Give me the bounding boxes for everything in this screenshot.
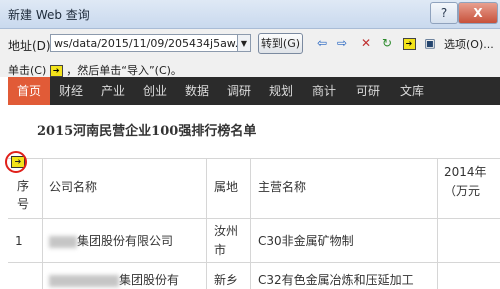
refresh-icon[interactable]: ↻ bbox=[379, 35, 395, 51]
redacted-name bbox=[49, 235, 77, 248]
nav-item-startup[interactable]: 创业 bbox=[134, 77, 176, 105]
header-unit: （万元 bbox=[444, 184, 481, 198]
page-title: 2015河南民营企业100强排行榜名单 bbox=[37, 124, 257, 139]
header-index-2: 号 bbox=[17, 197, 30, 211]
toolbar: 地址(D): ws/data/2015/11/09/205434j5aw.sht… bbox=[0, 29, 500, 77]
hint-import-label: ，然后单击“导入”(C)。 bbox=[66, 64, 182, 77]
watermark-title: 百科全说 bbox=[365, 222, 433, 242]
nav-item-research[interactable]: 调研 bbox=[218, 77, 260, 105]
row1-company: 集团股份有限公司 bbox=[49, 233, 173, 249]
row1-business: C30非金属矿物制 bbox=[258, 234, 354, 248]
nav-item-data[interactable]: 数据 bbox=[176, 77, 218, 105]
watermark-subtitle: 助你轻松解决 bbox=[369, 245, 435, 258]
forward-icon[interactable]: ⇨ bbox=[334, 35, 350, 51]
redacted-name bbox=[49, 274, 119, 287]
go-button[interactable]: 转到(G) bbox=[258, 33, 303, 54]
watermark: 百科全说 助你轻松解决 bbox=[355, 217, 465, 267]
nav-item-home[interactable]: 首页 bbox=[8, 77, 50, 105]
nav-item-library[interactable]: 文库 bbox=[390, 77, 434, 105]
row2-location: 新乡 bbox=[214, 273, 239, 287]
nav-item-business-plan[interactable]: 商计 bbox=[302, 77, 346, 105]
address-label: 地址(D): bbox=[8, 39, 55, 53]
nav-item-finance[interactable]: 财经 bbox=[50, 77, 92, 105]
save-query-icon[interactable]: ▣ bbox=[422, 35, 438, 51]
header-index: 序 bbox=[17, 179, 30, 193]
table-border bbox=[206, 158, 207, 289]
row1-location: 汝州 bbox=[214, 224, 239, 238]
table-border bbox=[250, 158, 251, 289]
yellow-arrow-icon: ➔ bbox=[49, 65, 63, 77]
close-button[interactable]: X bbox=[458, 2, 498, 24]
window-title: 新建 Web 查询 bbox=[8, 8, 90, 22]
table-border bbox=[8, 158, 500, 159]
address-input[interactable]: ws/data/2015/11/09/205434j5aw.shtml bbox=[50, 34, 238, 52]
row2-company: 集团股份有 bbox=[49, 272, 179, 288]
row1-location-2: 市 bbox=[214, 243, 227, 257]
row1-index: 1 bbox=[15, 234, 23, 248]
row2-business: C32有色金属冶炼和压延加工 bbox=[258, 273, 414, 287]
instruction-text: 单击(C) ➔ ，然后单击“导入”(C)。 bbox=[8, 62, 182, 78]
address-dropdown[interactable]: ▼ bbox=[238, 34, 251, 52]
site-nav-bar: 首页 财经 产业 创业 数据 调研 规划 商计 可研 文库 bbox=[8, 77, 500, 105]
nav-item-planning[interactable]: 规划 bbox=[260, 77, 302, 105]
highlight-circle bbox=[5, 151, 27, 173]
stop-icon[interactable]: ✕ bbox=[358, 35, 374, 51]
back-icon[interactable]: ⇦ bbox=[314, 35, 330, 51]
header-location: 属地 bbox=[214, 180, 239, 194]
header-company: 公司名称 bbox=[49, 180, 98, 194]
web-preview: 首页 财经 产业 创业 数据 调研 规划 商计 可研 文库 2015河南民营企业… bbox=[0, 77, 500, 289]
header-business: 主营名称 bbox=[258, 180, 307, 194]
nav-item-industry[interactable]: 产业 bbox=[92, 77, 134, 105]
nav-item-feasibility[interactable]: 可研 bbox=[346, 77, 390, 105]
show-icons-icon[interactable]: ➔ bbox=[401, 35, 417, 51]
table-border bbox=[42, 158, 43, 289]
options-button[interactable]: 选项(O)... bbox=[444, 36, 494, 52]
help-button[interactable]: ? bbox=[430, 2, 458, 24]
title-bar: 新建 Web 查询 ? X bbox=[0, 0, 500, 29]
header-year: 2014年 bbox=[444, 165, 487, 179]
hint-click-label: 单击(C) bbox=[8, 64, 47, 77]
